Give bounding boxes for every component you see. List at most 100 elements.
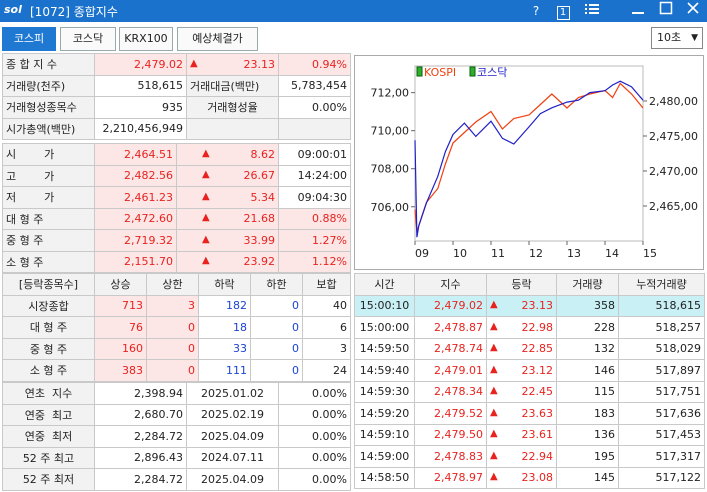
series-line-kosdaq (414, 80, 644, 238)
tick-header-cell: 누적거래량 (618, 273, 705, 296)
price-extra: 1.27% (278, 229, 351, 252)
breadth-label: 소 형 주 (2, 359, 95, 382)
tick-change: ▲ 22.98 (486, 316, 557, 339)
price-label: 저 가 (2, 186, 95, 209)
yearly-date: 2025.04.09 (186, 425, 279, 448)
breadth-up: 160 (94, 337, 147, 360)
price-change: ▲ 26.67 (176, 164, 279, 187)
help-button[interactable]: ? (526, 1, 546, 21)
volume-label: 거래량(천주) (2, 74, 95, 97)
yearly-date: 2025.04.09 (186, 468, 279, 491)
left-tick-label: 708,00 (371, 163, 410, 176)
up-arrow-icon: ▲ (202, 255, 210, 267)
tick-volume: 358 (556, 294, 619, 317)
tick-volume: 183 (556, 402, 619, 425)
x-tick-label: 10 (453, 247, 467, 260)
close-icon[interactable] (683, 1, 703, 21)
tick-header-cell: 거래량 (556, 273, 619, 296)
up-arrow-icon: ▲ (490, 320, 498, 332)
traded-count-value: 935 (94, 96, 187, 119)
tab-expected[interactable]: 예상체결가 (177, 27, 258, 51)
yearly-value: 2,896.43 (94, 446, 187, 469)
index-change: ▲ 23.13 (186, 53, 279, 76)
tick-cum-volume: 518,257 (618, 316, 705, 339)
price-value: 2,472.60 (94, 207, 177, 230)
breadth-down: 182 (198, 294, 251, 317)
tick-volume: 228 (556, 316, 619, 339)
breadth-flat: 3 (302, 337, 351, 360)
interval-select[interactable]: 10초 ▼ (651, 27, 703, 49)
price-change: ▲ 21.68 (176, 207, 279, 230)
breadth-label: 대 형 주 (2, 316, 95, 339)
yearly-table: 연초 지수 2,398.94 2025.01.02 0.00% 연중 최고 2,680.7… (2, 382, 351, 491)
tick-row[interactable]: 14:58:50 2,478.97 ▲ 23.08 145 517,122 (354, 466, 705, 489)
left-tick-label: 710,00 (371, 125, 410, 138)
tick-change-value: 23.12 (521, 363, 554, 377)
tick-cum-volume: 517,636 (618, 402, 705, 425)
price-value: 2,719.32 (94, 229, 177, 252)
market-cap-label: 시가총액(백만) (2, 117, 95, 140)
tick-cum-volume: 517,317 (618, 445, 705, 468)
breadth-uplimit: 0 (146, 316, 199, 339)
right-tick-label: 2,475,00 (649, 130, 698, 143)
tick-change: ▲ 23.63 (486, 402, 557, 425)
legend-label: 코스닥 (477, 66, 507, 79)
menu-icon[interactable] (582, 1, 602, 21)
breadth-header: [등락종목수] 상승 상한 하락 하한 보합 (2, 273, 351, 296)
minimize-icon[interactable] (628, 1, 648, 21)
tick-time: 14:59:30 (354, 380, 415, 403)
yearly-row: 연중 최고 2,680.70 2025.02.19 0.00% (2, 403, 351, 426)
traded-count-label: 거래형성종목수 (2, 96, 95, 119)
price-change-value: 5.34 (250, 190, 276, 204)
tick-cum-volume: 517,453 (618, 423, 705, 446)
price-change-value: 8.62 (250, 147, 276, 161)
price-extra: 09:04:30 (278, 186, 351, 209)
breadth-down: 18 (198, 316, 251, 339)
yearly-pct: 0.00% (278, 403, 351, 426)
price-label: 중 형 주 (2, 229, 95, 252)
tick-row[interactable]: 15:00:10 2,479.02 ▲ 23.13 358 518,615 (354, 294, 705, 317)
intraday-chart: 712,00 710,00 708,00 706,00 2,480,00 2,475,00… (354, 55, 704, 270)
tick-time: 14:58:50 (354, 466, 415, 489)
tick-change-value: 23.08 (521, 471, 554, 485)
tick-cum-volume: 518,029 (618, 337, 705, 360)
yearly-pct: 0.00% (278, 468, 351, 491)
tick-header-cell: 시간 (354, 273, 415, 296)
tick-row[interactable]: 14:59:40 2,479.01 ▲ 23.12 146 517,897 (354, 359, 705, 382)
breadth-downlimit: 0 (250, 359, 303, 382)
yearly-date: 2024.07.11 (186, 446, 279, 469)
tick-row[interactable]: 15:00:00 2,478.87 ▲ 22.98 228 518,257 (354, 316, 705, 339)
yearly-value: 2,680.70 (94, 403, 187, 426)
tick-row[interactable]: 14:59:20 2,479.52 ▲ 23.63 183 517,636 (354, 402, 705, 425)
tick-change: ▲ 23.13 (486, 294, 557, 317)
amount-value: 5,783,454 (278, 74, 351, 97)
maximize-icon[interactable] (656, 1, 676, 21)
tick-row[interactable]: 14:59:10 2,479.50 ▲ 23.61 136 517,453 (354, 423, 705, 446)
tick-volume: 136 (556, 423, 619, 446)
up-arrow-icon: ▲ (490, 342, 498, 354)
page-number-button[interactable]: 1 (553, 1, 573, 21)
traded-ratio-value: 0.00% (278, 96, 351, 119)
yearly-label: 연중 최저 (2, 425, 95, 448)
up-arrow-icon: ▲ (202, 147, 210, 159)
price-value: 2,464.51 (94, 143, 177, 166)
breadth-flat: 6 (302, 316, 351, 339)
tick-change-value: 22.98 (521, 320, 554, 334)
tab-kospi[interactable]: 코스피 (2, 27, 56, 51)
tick-change-value: 22.45 (521, 385, 554, 399)
tick-row[interactable]: 14:59:50 2,478.74 ▲ 22.85 132 518,029 (354, 337, 705, 360)
breadth-header-cell: 상한 (146, 273, 199, 296)
tick-volume: 195 (556, 445, 619, 468)
tick-row[interactable]: 14:59:00 2,478.83 ▲ 22.94 195 517,317 (354, 445, 705, 468)
tab-krx100[interactable]: KRX100 (119, 27, 173, 51)
tick-change-value: 23.61 (521, 428, 554, 442)
price-change: ▲ 8.62 (176, 143, 279, 166)
tab-kosdaq[interactable]: 코스닥 (60, 27, 116, 51)
tick-row[interactable]: 14:59:30 2,478.34 ▲ 22.45 115 517,751 (354, 380, 705, 403)
tick-time: 14:59:00 (354, 445, 415, 468)
price-extra: 09:00:01 (278, 143, 351, 166)
breadth-flat: 40 (302, 294, 351, 317)
up-arrow-icon: ▲ (202, 212, 210, 224)
legend-swatch (416, 66, 423, 77)
window-title: [1072] 종합지수 (30, 5, 118, 19)
